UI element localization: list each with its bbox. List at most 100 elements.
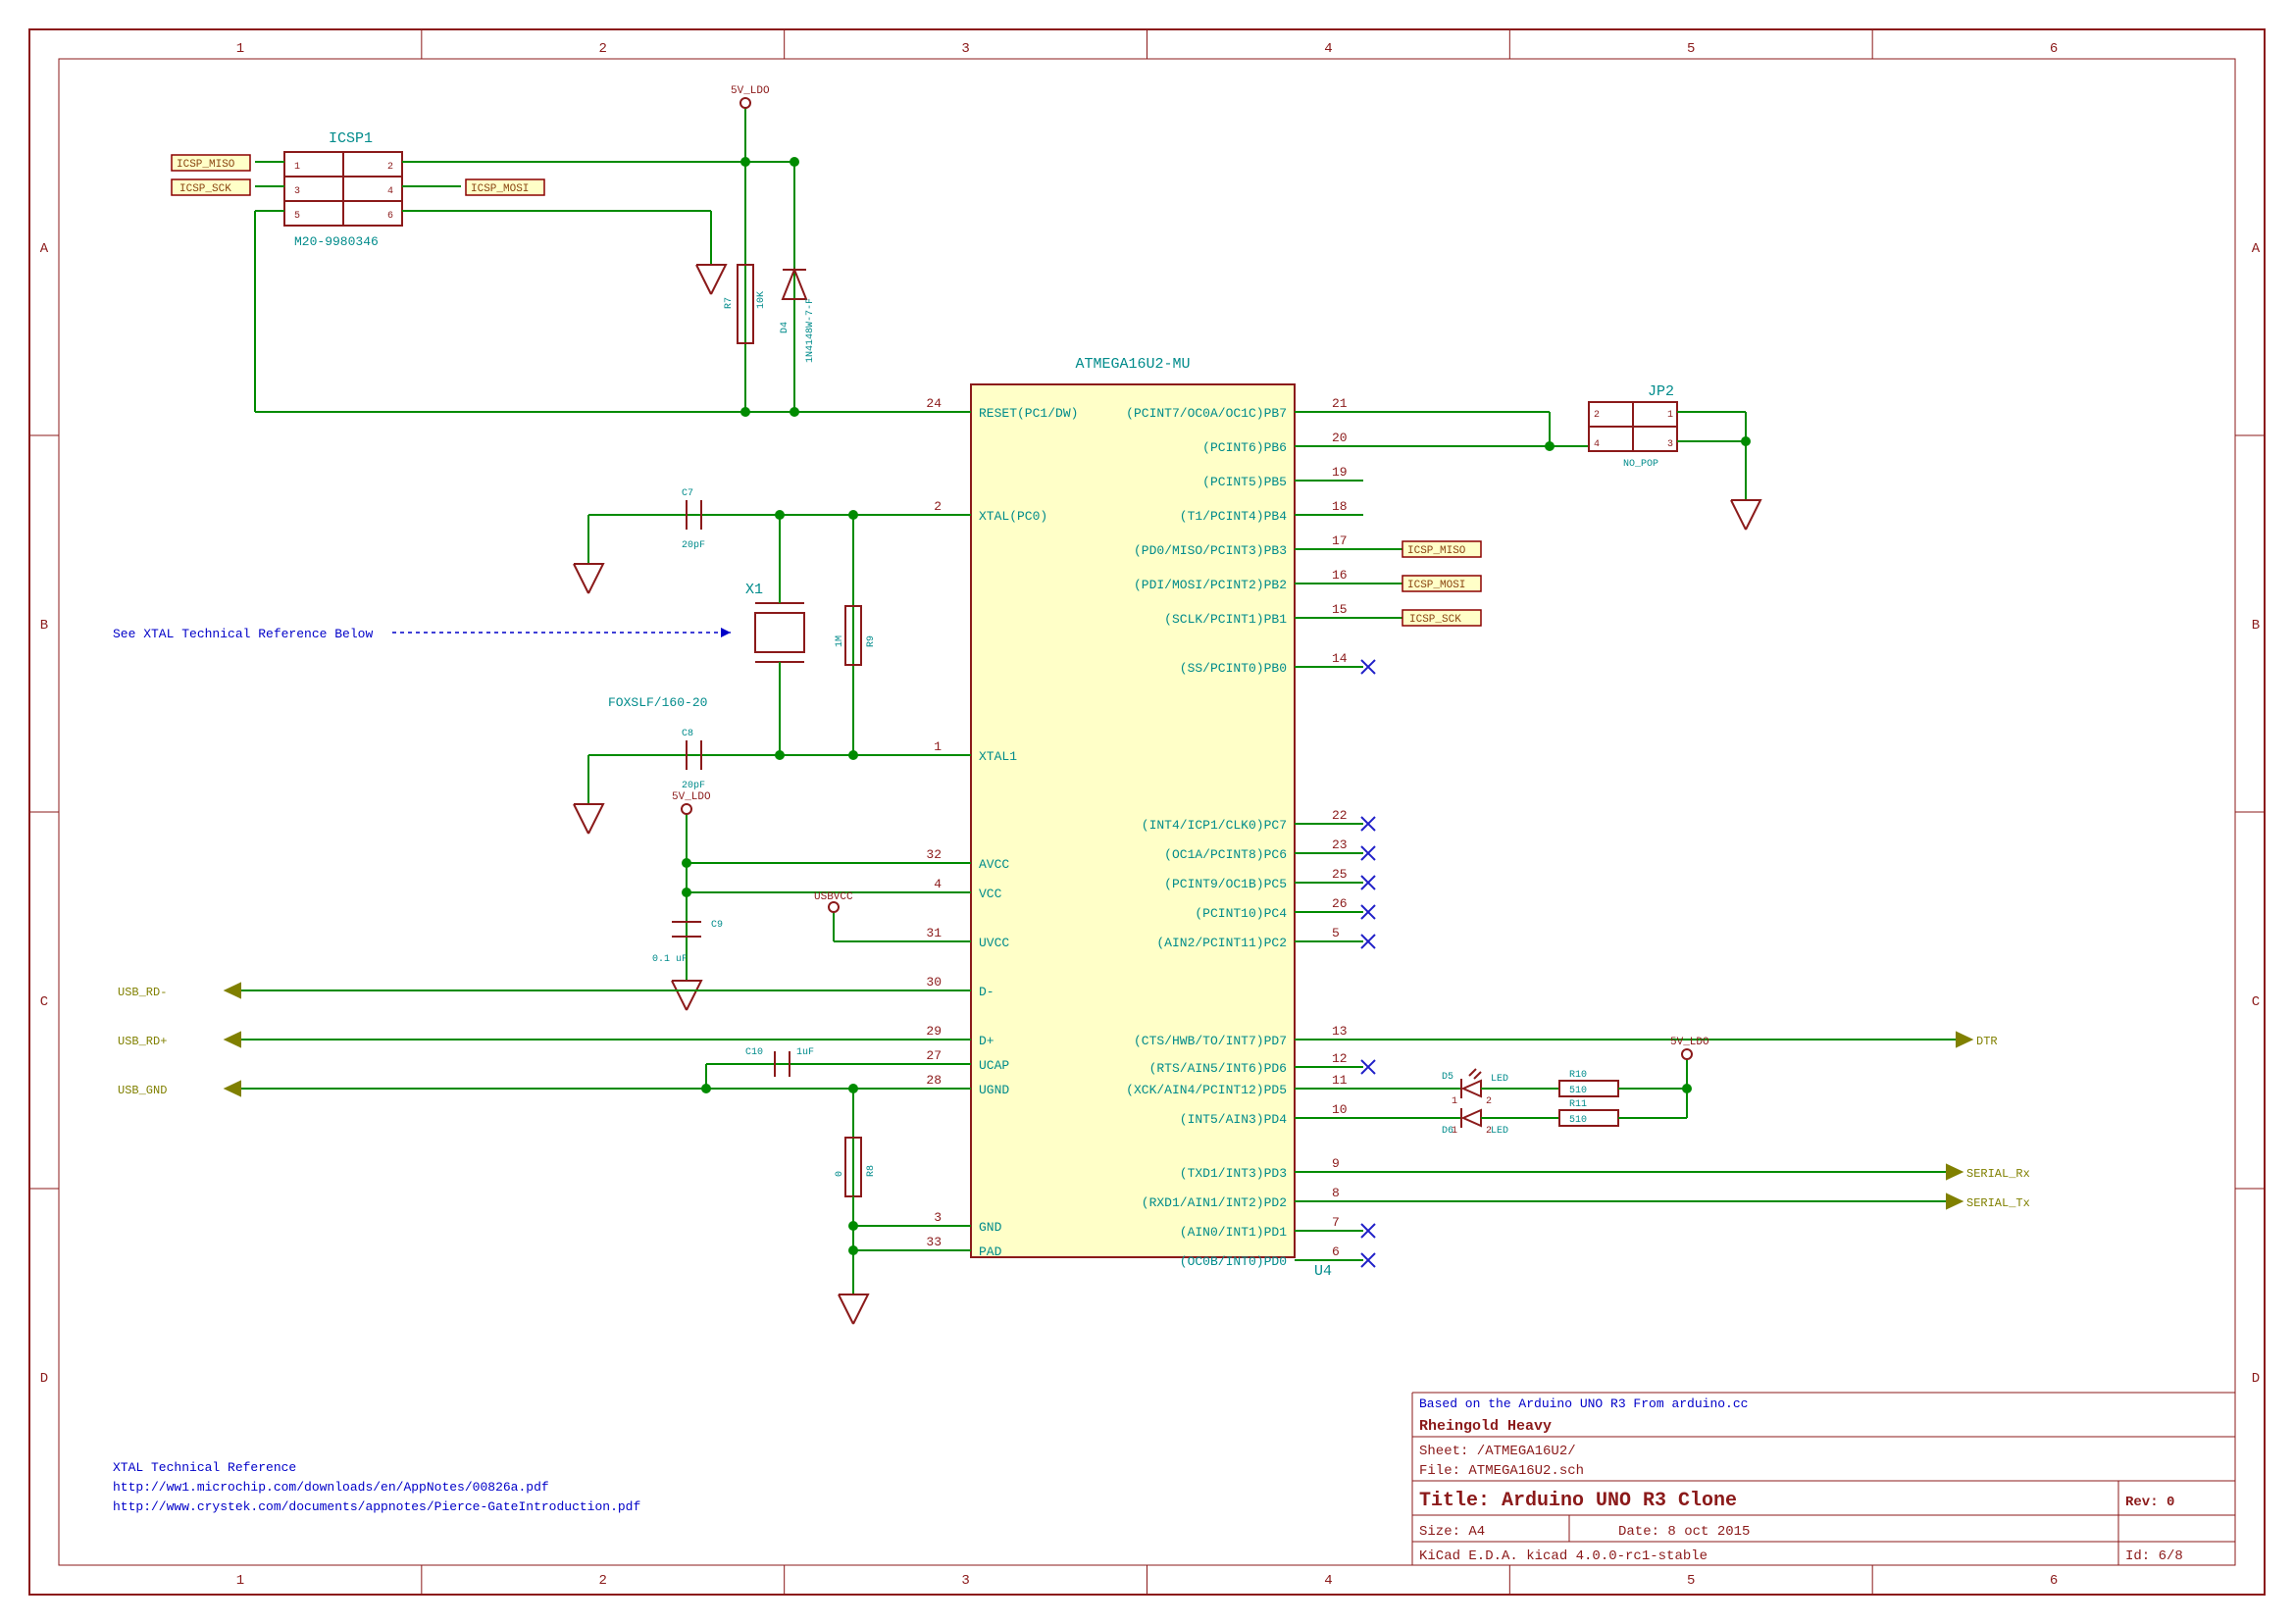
chip-ref: U4 xyxy=(1314,1263,1332,1280)
r9: 1M R9 xyxy=(835,515,877,755)
svg-text:5: 5 xyxy=(1687,41,1695,57)
svg-text:(AIN0/INT1)PD1: (AIN0/INT1)PD1 xyxy=(1180,1225,1287,1240)
svg-text:3: 3 xyxy=(294,186,300,197)
svg-text:1: 1 xyxy=(236,41,244,57)
icsp-header: ICSP1 12 34 56 M20-9980346 ICSP_MISO xyxy=(172,85,942,412)
svg-text:33: 33 xyxy=(926,1235,942,1249)
svg-text:D: D xyxy=(2252,1371,2260,1387)
svg-text:32: 32 xyxy=(926,847,942,862)
title-block: Based on the Arduino UNO R3 From arduino… xyxy=(1412,1393,2235,1565)
svg-text:(OC1A/PCINT8)PC6: (OC1A/PCINT8)PC6 xyxy=(1164,847,1287,862)
svg-text:(PD0/MISO/PCINT3)PB3: (PD0/MISO/PCINT3)PB3 xyxy=(1134,543,1287,558)
svg-text:22: 22 xyxy=(1332,808,1348,823)
svg-text:XTAL Technical Reference: XTAL Technical Reference xyxy=(113,1460,296,1475)
svg-text:6: 6 xyxy=(2050,41,2058,57)
svg-text:C8: C8 xyxy=(682,729,693,739)
svg-text:28: 28 xyxy=(926,1073,942,1088)
leds: D5 LED 12 D6 LED 12 R10 510 R11 510 5V_L… xyxy=(1324,1037,1709,1137)
svg-text:ICSP_SCK: ICSP_SCK xyxy=(179,183,231,195)
svg-text:30: 30 xyxy=(926,975,942,990)
svg-text:27: 27 xyxy=(926,1048,942,1063)
svg-text:NO_POP: NO_POP xyxy=(1623,459,1658,470)
svg-text:(SCLK/PCINT1)PB1: (SCLK/PCINT1)PB1 xyxy=(1164,612,1287,627)
svg-text:ICSP_SCK: ICSP_SCK xyxy=(1409,614,1461,626)
serial-lines: SERIAL_Rx SERIAL_Tx xyxy=(1324,1165,2030,1210)
xtal-network: X1 FOXSLF/160-20 1M R9 C7 20pF C8 20p xyxy=(574,488,942,834)
svg-text:5: 5 xyxy=(1687,1573,1695,1589)
svg-text:1N4148W-7-F: 1N4148W-7-F xyxy=(805,298,816,363)
svg-text:1: 1 xyxy=(236,1573,244,1589)
svg-text:PAD: PAD xyxy=(979,1244,1002,1259)
svg-text:(PCINT5)PB5: (PCINT5)PB5 xyxy=(1202,475,1287,489)
svg-text:23: 23 xyxy=(1332,837,1348,852)
svg-text:5: 5 xyxy=(1332,926,1340,940)
svg-text:Based on the Arduino UNO R3 Fr: Based on the Arduino UNO R3 From arduino… xyxy=(1419,1396,1748,1411)
svg-text:Date: 8 oct 2015: Date: 8 oct 2015 xyxy=(1618,1524,1750,1540)
r7-d4-group: R7 10K D4 1N4148W-7-F xyxy=(724,157,816,417)
svg-text:0.1 uF: 0.1 uF xyxy=(652,954,688,965)
svg-text:D+: D+ xyxy=(979,1034,994,1048)
schematic-canvas: 112233445566 AABBCCDD ATMEGA16U2-MU U4 2… xyxy=(0,0,2294,1624)
svg-text:3: 3 xyxy=(1667,439,1673,450)
svg-text:ICSP_MISO: ICSP_MISO xyxy=(177,159,235,171)
svg-text:D: D xyxy=(40,1371,48,1387)
svg-text:20pF: 20pF xyxy=(682,781,705,791)
svg-text:XTAL(PC0): XTAL(PC0) xyxy=(979,509,1047,524)
svg-text:5V_LDO: 5V_LDO xyxy=(672,791,711,803)
svg-text:FOXSLF/160-20: FOXSLF/160-20 xyxy=(608,695,707,710)
svg-text:2: 2 xyxy=(1486,1096,1492,1107)
svg-text:RESET(PC1/DW): RESET(PC1/DW) xyxy=(979,406,1078,421)
svg-text:C7: C7 xyxy=(682,488,693,499)
svg-text:Title: Arduino UNO R3 Clone: Title: Arduino UNO R3 Clone xyxy=(1419,1490,1737,1512)
tech-ref-links: XTAL Technical Reference http://ww1.micr… xyxy=(113,1460,640,1514)
svg-text:5V_LDO: 5V_LDO xyxy=(731,85,770,97)
svg-text:USB_RD-: USB_RD- xyxy=(118,986,167,999)
c10: C10 1uF xyxy=(745,1047,814,1077)
svg-text:C: C xyxy=(40,994,48,1010)
svg-text:1: 1 xyxy=(934,739,942,754)
svg-text:C: C xyxy=(2252,994,2260,1010)
svg-text:15: 15 xyxy=(1332,602,1348,617)
svg-text:(PCINT6)PB6: (PCINT6)PB6 xyxy=(1202,440,1287,455)
svg-text:1: 1 xyxy=(1667,410,1673,421)
svg-text:(INT5/AIN3)PD4: (INT5/AIN3)PD4 xyxy=(1180,1112,1287,1127)
svg-text:(CTS/HWB/TO/INT7)PD7: (CTS/HWB/TO/INT7)PD7 xyxy=(1134,1034,1287,1048)
svg-text:14: 14 xyxy=(1332,651,1348,666)
svg-text:6: 6 xyxy=(1332,1244,1340,1259)
svg-text:GND: GND xyxy=(979,1220,1002,1235)
svg-text:12: 12 xyxy=(1332,1051,1348,1066)
power-decoupling: 5V_LDO C9 0.1 uF USBVCC xyxy=(652,791,942,1010)
svg-text:2: 2 xyxy=(599,41,607,57)
svg-text:2: 2 xyxy=(387,162,393,173)
usb-lines: USB_RD- USB_RD+ USB_GND C10 1uF 0 R8 xyxy=(118,984,942,1324)
svg-text:6: 6 xyxy=(387,211,393,222)
jp2-header: 21 43 JP2 NO_POP xyxy=(1324,383,1760,530)
svg-text:8: 8 xyxy=(1332,1186,1340,1200)
c7: C7 20pF xyxy=(588,488,716,551)
svg-text:3: 3 xyxy=(961,41,969,57)
svg-text:5V_LDO: 5V_LDO xyxy=(1670,1037,1709,1048)
netlabel-icsp-miso: ICSP_MISO xyxy=(172,155,250,171)
svg-text:USB_GND: USB_GND xyxy=(118,1084,167,1097)
svg-text:C9: C9 xyxy=(711,920,723,931)
svg-text:25: 25 xyxy=(1332,867,1348,882)
svg-text:SERIAL_Rx: SERIAL_Rx xyxy=(1966,1167,2030,1181)
svg-text:VCC: VCC xyxy=(979,887,1002,901)
icsp-right-labels: ICSP_MISO ICSP_MOSI ICSP_SCK xyxy=(1324,541,1481,626)
svg-text:(PCINT7/OC0A/OC1C)PB7: (PCINT7/OC0A/OC1C)PB7 xyxy=(1126,406,1287,421)
svg-text:(T1/PCINT4)PB4: (T1/PCINT4)PB4 xyxy=(1180,509,1287,524)
svg-text:24: 24 xyxy=(926,396,942,411)
svg-text:A: A xyxy=(2252,241,2261,257)
netlabel-icsp-sck: ICSP_SCK xyxy=(172,179,250,195)
svg-text:A: A xyxy=(40,241,49,257)
net-usb-rd-minus: USB_RD- xyxy=(118,984,240,999)
svg-text:XTAL1: XTAL1 xyxy=(979,749,1017,764)
svg-text:Rev: 0: Rev: 0 xyxy=(2125,1495,2174,1510)
svg-text:AVCC: AVCC xyxy=(979,857,1009,872)
svg-text:(INT4/ICP1/CLK0)PC7: (INT4/ICP1/CLK0)PC7 xyxy=(1142,818,1287,833)
svg-text:R8: R8 xyxy=(866,1165,877,1177)
svg-text:D-: D- xyxy=(979,985,994,999)
svg-text:KiCad E.D.A. kicad 4.0.0-rc1-: KiCad E.D.A. kicad 4.0.0-rc1-stable xyxy=(1419,1548,1708,1564)
svg-text:R9: R9 xyxy=(866,635,877,647)
svg-text:R11: R11 xyxy=(1569,1099,1587,1110)
